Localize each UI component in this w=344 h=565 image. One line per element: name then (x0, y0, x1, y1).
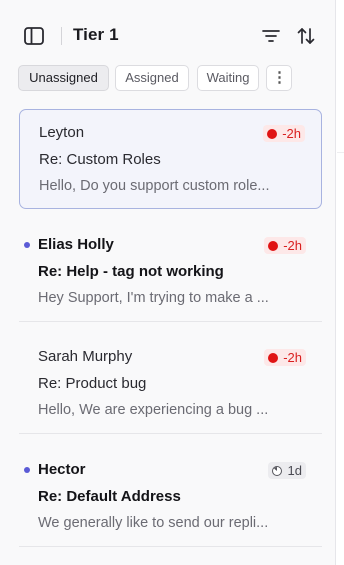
sla-badge: 1d (267, 462, 306, 479)
conversation-sender: Elias Holly (38, 236, 114, 253)
conversation-item[interactable]: Hector 1d Re: Default Address We general… (19, 447, 322, 547)
conversation-preview: Hello, We are experiencing a bug ... (38, 402, 269, 418)
overdue-dot-icon (267, 128, 278, 139)
list-divider (19, 546, 322, 547)
inbox-panel: Tier 1 Unassigned Assigned Waiting ⋮ Ley… (0, 0, 336, 565)
conversation-subject: Re: Product bug (38, 375, 147, 392)
more-vertical-icon: ⋮ (272, 69, 287, 86)
tab-waiting[interactable]: Waiting (197, 65, 259, 91)
conversation-sender: Leyton (39, 124, 85, 141)
conversation-sender: Hector (38, 461, 86, 478)
overdue-dot-icon (268, 352, 279, 363)
conversation-sender: Sarah Murphy (38, 348, 133, 365)
conversation-subject: Re: Help - tag not working (38, 263, 224, 280)
conversation-item[interactable]: Elias Holly -2h Re: Help - tag not worki… (19, 222, 322, 322)
conversation-preview: Hello, Do you support custom role... (39, 178, 270, 194)
overdue-dot-icon (268, 240, 279, 251)
sla-badge: -2h (263, 125, 305, 142)
sla-time: 1d (287, 463, 302, 478)
list-divider (19, 433, 322, 434)
conversation-item[interactable]: Leyton -2h Re: Custom Roles Hello, Do yo… (19, 109, 322, 209)
sla-time: -2h (282, 126, 301, 141)
sla-badge: -2h (264, 237, 306, 254)
inbox-header: Tier 1 (0, 18, 335, 54)
clock-icon (271, 465, 282, 476)
tab-unassigned[interactable]: Unassigned (18, 65, 109, 91)
inbox-title: Tier 1 (73, 25, 119, 44)
conversation-subject: Re: Default Address (38, 488, 181, 505)
unread-dot-icon (24, 242, 30, 248)
header-border (337, 152, 344, 153)
sla-time: -2h (283, 350, 302, 365)
sla-badge: -2h (264, 349, 306, 366)
list-divider (19, 321, 322, 322)
header-separator (61, 27, 62, 45)
tab-assigned[interactable]: Assigned (115, 65, 189, 91)
conversation-item[interactable]: Sarah Murphy -2h Re: Product bug Hello, … (19, 334, 322, 434)
sidebar-toggle-icon[interactable] (23, 26, 45, 46)
sla-time: -2h (283, 238, 302, 253)
more-tabs-button[interactable]: ⋮ (266, 65, 292, 91)
sort-icon[interactable] (296, 26, 316, 46)
conversation-preview: Hey Support, I'm trying to make a ... (38, 290, 269, 306)
main-content-edge (337, 0, 344, 565)
conversation-preview: We generally like to send our repli... (38, 515, 269, 531)
conversation-subject: Re: Custom Roles (39, 151, 161, 168)
filter-icon[interactable] (261, 27, 281, 45)
unread-dot-icon (24, 467, 30, 473)
